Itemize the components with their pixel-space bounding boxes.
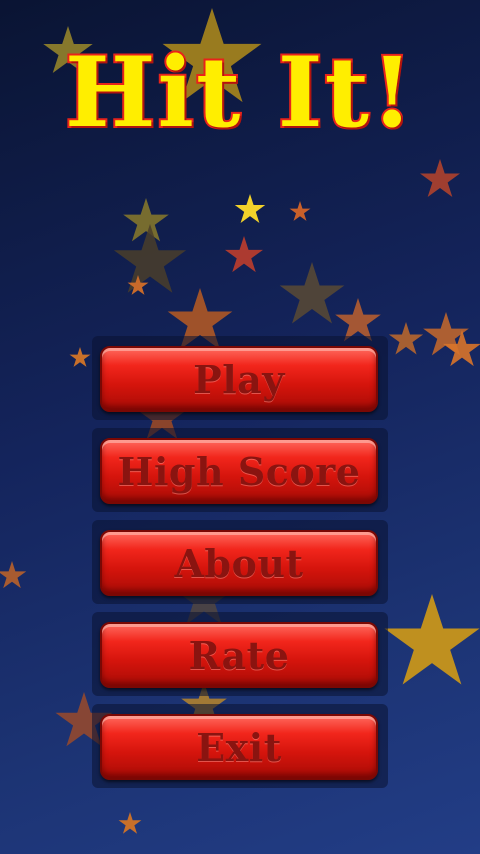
play-button-label: Play (193, 356, 285, 402)
menu-slot-about: About (92, 520, 388, 604)
about-button-label: About (174, 540, 304, 586)
menu-slot-play: Play (92, 336, 388, 420)
menu-slot-rate: Rate (92, 612, 388, 696)
about-button[interactable]: About (100, 530, 378, 596)
main-menu: Play High Score About Rate Exit (92, 336, 388, 796)
exit-button[interactable]: Exit (100, 714, 378, 780)
exit-button-label: Exit (196, 724, 282, 770)
game-screen: Hit It! Play High Score About Rate Exit (0, 0, 480, 854)
play-button[interactable]: Play (100, 346, 378, 412)
rate-button[interactable]: Rate (100, 622, 378, 688)
high-score-button-label: High Score (117, 448, 361, 494)
rate-button-label: Rate (188, 632, 290, 678)
menu-slot-exit: Exit (92, 704, 388, 788)
high-score-button[interactable]: High Score (100, 438, 378, 504)
menu-slot-high-score: High Score (92, 428, 388, 512)
game-title: Hit It! (63, 36, 416, 150)
